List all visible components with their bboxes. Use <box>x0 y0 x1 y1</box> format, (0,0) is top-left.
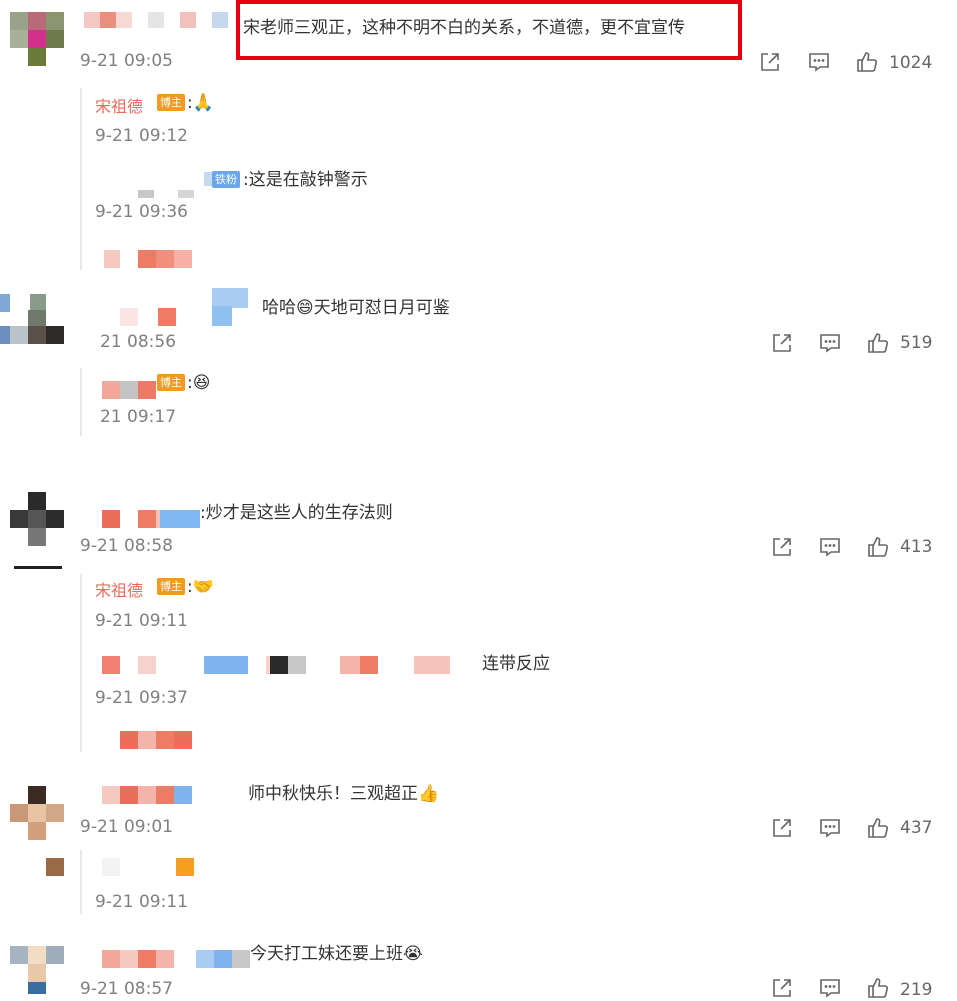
comment-text: 宋老师三观正，这种不明不白的关系，不道德，更不宜宣传 <box>243 18 685 38</box>
fan-badge: 铁粉 <box>212 171 240 188</box>
thumbs-up-icon[interactable] <box>866 976 890 1000</box>
reply-time: 21 09:17 <box>100 407 177 427</box>
thumbs-up-icon[interactable] <box>866 535 890 559</box>
blogger-badge: 博主 <box>157 94 185 111</box>
reply-text: :🙏 <box>187 93 214 113</box>
comment-time: 9-21 08:58 <box>80 536 173 556</box>
like-count: 1024 <box>889 53 933 73</box>
reply-thread-line <box>80 574 82 752</box>
comment-text: :炒才是这些人的生存法则 <box>200 503 393 523</box>
comment-time: 21 08:56 <box>100 332 177 352</box>
comment-time: 9-21 09:01 <box>80 817 173 837</box>
reply-text: :😆 <box>187 373 211 393</box>
reply-author[interactable] <box>102 858 120 876</box>
reply-time: 9-21 09:36 <box>95 202 188 222</box>
reply-thread-line <box>80 88 82 270</box>
like-count: 219 <box>900 980 933 1000</box>
comment-text: 哈哈😄天地可怼日月可鉴 <box>262 298 450 318</box>
reply-time: 9-21 09:11 <box>95 892 188 912</box>
like-count: 519 <box>900 333 933 353</box>
reply-time: 9-21 09:12 <box>95 126 188 146</box>
comment-icon[interactable] <box>818 816 842 840</box>
username[interactable] <box>138 190 154 198</box>
share-icon[interactable] <box>770 331 794 355</box>
comment-icon[interactable] <box>807 50 831 74</box>
reply-text: :🤝 <box>187 577 214 597</box>
reply-author[interactable]: 宋祖德 <box>95 93 143 117</box>
comment-icon[interactable] <box>818 976 842 1000</box>
comment-icon[interactable] <box>818 331 842 355</box>
comment-text: 今天打工妹还要上班😭 <box>250 944 423 964</box>
thumbs-up-icon[interactable] <box>866 331 890 355</box>
comment-icon[interactable] <box>818 535 842 559</box>
like-count: 437 <box>900 818 933 838</box>
share-icon[interactable] <box>770 816 794 840</box>
comment-time: 9-21 08:57 <box>80 979 173 999</box>
divider <box>14 566 62 569</box>
blogger-badge: 博主 <box>157 578 185 595</box>
reply-text: 连带反应 <box>482 654 550 674</box>
thumbs-up-icon[interactable] <box>855 50 879 74</box>
comment-time: 9-21 09:05 <box>80 51 173 71</box>
like-count: 413 <box>900 537 933 557</box>
blogger-badge: 博主 <box>157 374 185 391</box>
reply-time: 9-21 09:37 <box>95 688 188 708</box>
reply-thread-line <box>80 368 82 436</box>
reply-time: 9-21 09:11 <box>95 611 188 631</box>
share-icon[interactable] <box>770 535 794 559</box>
reply-text: :这是在敲钟警示 <box>243 170 368 190</box>
reply-thread-line <box>80 850 82 914</box>
thumbs-up-icon[interactable] <box>866 816 890 840</box>
reply-author[interactable]: 宋祖德 <box>95 577 143 601</box>
share-icon[interactable] <box>758 50 782 74</box>
comment-text: 师中秋快乐！三观超正👍 <box>248 784 440 804</box>
share-icon[interactable] <box>770 976 794 1000</box>
